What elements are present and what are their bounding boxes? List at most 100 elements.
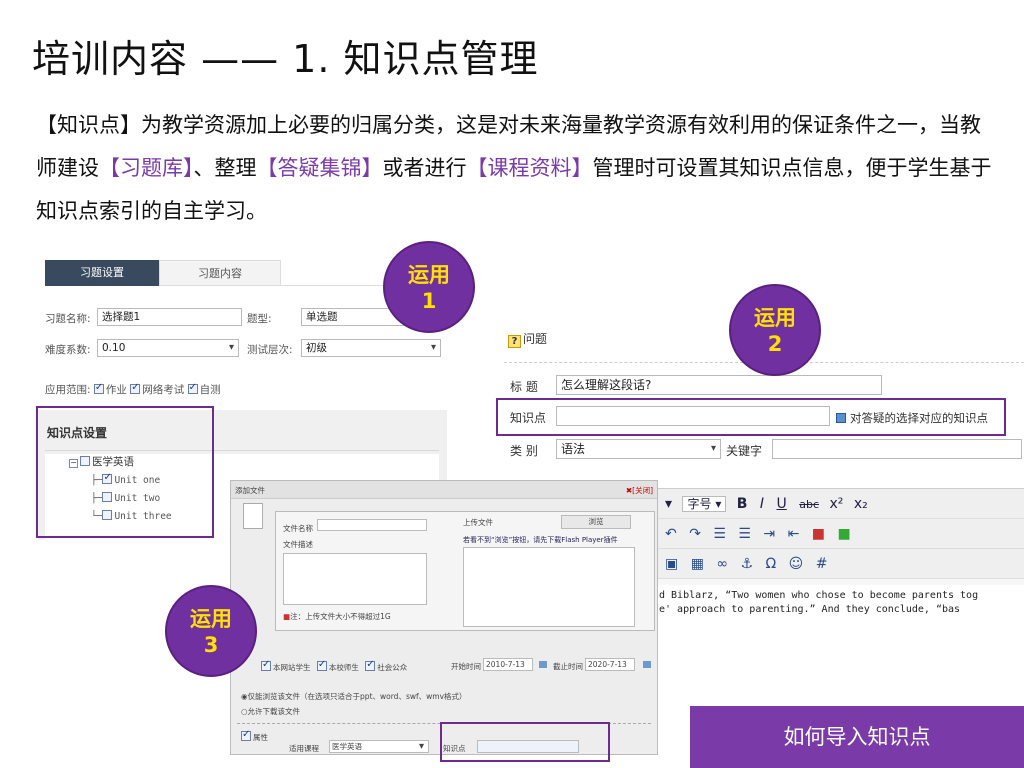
scope-homework-checkbox[interactable] bbox=[93, 382, 104, 394]
audience-staff-label: 本校师生 bbox=[328, 663, 359, 672]
editor-toolbar-row-2: ↶ ↷ ☰ ☰ ⇥ ⇤ ■ ■ bbox=[657, 519, 1024, 549]
browse-label: 浏览 bbox=[588, 517, 604, 526]
calendar-icon[interactable] bbox=[643, 661, 651, 668]
scope-self-test-checkbox[interactable] bbox=[187, 382, 198, 394]
font-family-dropdown-icon[interactable]: ▾ bbox=[665, 496, 672, 512]
upload-list[interactable] bbox=[463, 547, 635, 627]
end-time-input[interactable]: 2020-7-13 bbox=[585, 658, 635, 671]
bg-color-icon[interactable]: ■ bbox=[837, 526, 850, 542]
highlight-frame-tree bbox=[36, 406, 214, 538]
link-exercise-bank: 【习题库】 bbox=[99, 156, 194, 180]
link-icon[interactable]: ∞ bbox=[716, 556, 728, 572]
highlight-frame-question-kp bbox=[496, 398, 1006, 436]
usage-badge-3-label: 运用 bbox=[190, 607, 232, 631]
editor-toolbar-row-1: ▾ 字号 ▾ B I U abc x² x₂ bbox=[657, 489, 1024, 519]
test-level-label: 测试层次: bbox=[247, 344, 293, 356]
usage-badge-2-label: 运用 bbox=[754, 306, 796, 330]
start-time-label: 开始时间 bbox=[451, 662, 481, 671]
question-title-label: 标 题 bbox=[510, 380, 538, 394]
scope-row: 应用范围: 作业 网络考试 自测 bbox=[45, 382, 221, 397]
editor-toolbar-row-3: ▣ ▦ ∞ ⚓ Ω ☺ # bbox=[657, 549, 1024, 579]
redo-icon[interactable]: ↷ bbox=[689, 526, 701, 542]
rich-text-editor: ▾ 字号 ▾ B I U abc x² x₂ ↶ ↷ ☰ ☰ ⇥ ⇤ ■ ■ ▣… bbox=[657, 488, 1024, 618]
scope-online-exam-label: 网络考试 bbox=[142, 384, 185, 396]
text-color-icon[interactable]: ■ bbox=[812, 526, 825, 542]
image-icon[interactable]: ▣ bbox=[665, 556, 678, 572]
course-select[interactable]: 医学英语 bbox=[329, 740, 429, 753]
intro-text-3: 或者进行 bbox=[382, 156, 467, 180]
how-to-import-button[interactable]: 如何导入知识点 bbox=[690, 706, 1024, 768]
grid-icon[interactable]: # bbox=[816, 556, 828, 572]
file-desc-textarea[interactable] bbox=[283, 553, 427, 605]
ordered-list-icon[interactable]: ☰ bbox=[738, 526, 751, 542]
upload-label: 上传文件 bbox=[463, 518, 493, 527]
allow-download-option[interactable]: ○允许下载该文件 bbox=[241, 706, 300, 717]
usage-badge-2: 运用 2 bbox=[729, 284, 821, 376]
omega-icon[interactable]: Ω bbox=[766, 556, 777, 572]
exercise-tabbar: 习题设置 习题内容 bbox=[45, 260, 425, 286]
anchor-icon[interactable]: ⚓ bbox=[741, 556, 754, 572]
question-keyword-label: 关键字 bbox=[726, 444, 763, 458]
undo-icon[interactable]: ↶ bbox=[665, 526, 677, 542]
attribute-row: 属性 bbox=[241, 729, 268, 743]
editor-text-line-1: d Biblarz, “Two women who chose to becom… bbox=[659, 590, 979, 601]
dialog-close-button[interactable]: ✖[关闭] bbox=[626, 485, 653, 496]
subscript-icon[interactable]: x₂ bbox=[854, 496, 868, 512]
difficulty-label: 难度系数: bbox=[45, 344, 91, 356]
question-header: ? 问题 bbox=[508, 330, 547, 348]
intro-text-2: 、整理 bbox=[193, 156, 257, 180]
usage-badge-2-number: 2 bbox=[767, 332, 783, 356]
list-icon[interactable]: ☰ bbox=[713, 526, 726, 542]
editor-text-line-2: e' approach to parenting.” And they conc… bbox=[659, 604, 961, 615]
font-size-select[interactable]: 字号 ▾ bbox=[682, 496, 727, 512]
view-only-label: 仅能浏览该文件（在选项只适合于ppt、word、swf、wmv格式） bbox=[247, 692, 467, 701]
file-desc-label: 文件描述 bbox=[283, 540, 313, 549]
link-course-materials: 【课程资料】 bbox=[466, 156, 593, 180]
scope-homework-label: 作业 bbox=[105, 384, 127, 396]
strikethrough-icon[interactable]: abc bbox=[799, 498, 819, 511]
audience-public-checkbox[interactable] bbox=[365, 659, 376, 671]
size-note: ■注：上传文件大小不得超过1G bbox=[283, 611, 391, 622]
course-label: 适用课程 bbox=[289, 744, 319, 753]
view-only-option[interactable]: ◉仅能浏览该文件（在选项只适合于ppt、word、swf、wmv格式） bbox=[241, 691, 467, 702]
question-keyword-input[interactable] bbox=[772, 439, 1022, 459]
difficulty-select[interactable]: 0.10 bbox=[97, 339, 239, 357]
audience-staff-checkbox[interactable] bbox=[316, 659, 327, 671]
audience-public-label: 社会公众 bbox=[377, 663, 408, 672]
browse-button[interactable]: 浏览 bbox=[561, 515, 631, 529]
file-name-input[interactable] bbox=[317, 519, 427, 531]
exercise-name-input[interactable]: 选择题1 bbox=[97, 308, 242, 326]
question-icon: ? bbox=[508, 335, 521, 348]
start-time-input[interactable]: 2010-7-13 bbox=[483, 658, 533, 671]
italic-icon[interactable]: I bbox=[760, 496, 764, 512]
question-category-select[interactable]: 语法 bbox=[556, 439, 721, 459]
highlight-frame-dialog-kp bbox=[440, 722, 610, 762]
add-file-dialog: 添加文件 ✖[关闭] 文件名称 文件描述 上传文件 浏览 若看不到“浏览”按钮，… bbox=[230, 480, 658, 755]
test-level-select[interactable]: 初级 bbox=[301, 339, 441, 357]
attribute-checkbox[interactable] bbox=[241, 729, 251, 741]
page-title: 培训内容 —— 1. 知识点管理 bbox=[32, 37, 539, 81]
underline-icon[interactable]: U bbox=[777, 496, 787, 512]
question-title-input[interactable]: 怎么理解这段话? bbox=[556, 375, 882, 395]
editor-content[interactable]: d Biblarz, “Two women who chose to becom… bbox=[657, 585, 1024, 618]
superscript-icon[interactable]: x² bbox=[829, 496, 843, 512]
usage-badge-3-number: 3 bbox=[203, 633, 219, 657]
intro-paragraph: 【知识点】为教学资源加上必要的归属分类，这是对未来海量教学资源有效利用的保证条件… bbox=[36, 104, 998, 233]
usage-badge-1-number: 1 bbox=[421, 289, 437, 313]
scope-online-exam-checkbox[interactable] bbox=[130, 382, 141, 394]
audience-students-checkbox[interactable] bbox=[261, 659, 271, 671]
tab-exercise-content[interactable]: 习题内容 bbox=[159, 260, 281, 286]
scope-self-test-label: 自测 bbox=[199, 384, 221, 396]
end-time-label: 截止时间 bbox=[553, 662, 583, 671]
tab-exercise-settings[interactable]: 习题设置 bbox=[45, 260, 159, 286]
table-icon[interactable]: ▦ bbox=[691, 556, 704, 572]
audience-row: 本网站学生 本校师生 社会公众 bbox=[261, 659, 408, 673]
dialog-titlebar: 添加文件 ✖[关闭] bbox=[231, 481, 657, 499]
attribute-label: 属性 bbox=[253, 733, 268, 742]
usage-badge-1: 运用 1 bbox=[383, 241, 475, 333]
smiley-icon[interactable]: ☺ bbox=[789, 556, 804, 572]
outdent-icon[interactable]: ⇤ bbox=[788, 526, 800, 542]
bold-icon[interactable]: B bbox=[737, 496, 748, 512]
indent-icon[interactable]: ⇥ bbox=[763, 526, 775, 542]
calendar-icon[interactable] bbox=[539, 661, 547, 668]
